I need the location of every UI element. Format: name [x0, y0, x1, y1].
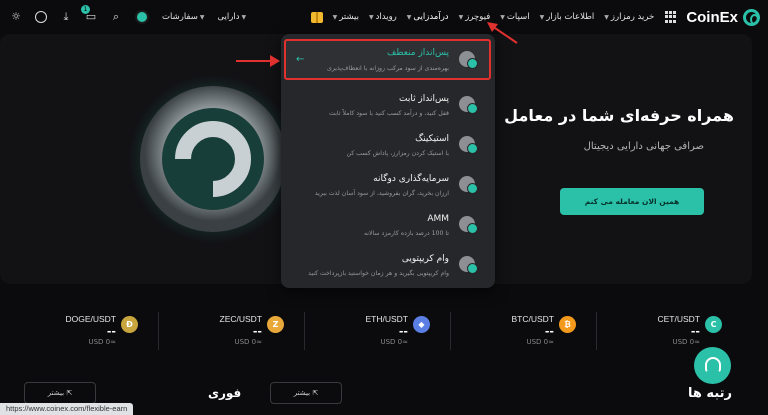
top-navbar: CoinEx خرید رمزارز ▼ اطلاعات بازار ▼ اسپات…	[0, 0, 768, 34]
ranking-title: رتبه ها	[688, 386, 732, 401]
support-chat-button[interactable]	[694, 347, 731, 384]
nav-left: ☼ ⤓ ▭ 1 ⌕ سفارشات ▼ دارایی ▼	[10, 0, 246, 34]
brand-name: CoinEx	[686, 8, 738, 26]
amm-icon	[459, 216, 478, 234]
ticker-eth[interactable]: ◆ ETH/USDT -- USD 0≈	[302, 314, 442, 354]
menu-item-desc: تا 100 درصد بازده کارمزد سالانه	[363, 230, 449, 237]
crypto-loan-icon	[459, 256, 478, 274]
coinex-logo[interactable]: CoinEx	[686, 8, 760, 26]
menu-item-title: سرمایه‌گذاری دوگانه	[373, 174, 449, 184]
menu-item-title: AMM	[427, 214, 449, 224]
flexible-savings-icon	[459, 51, 478, 69]
menu-item-title: وام کریپتویی	[401, 254, 449, 264]
doge-coin-icon: Ð	[121, 316, 138, 333]
notification-badge: 1	[81, 5, 90, 14]
menu-item-title: استیکینگ	[415, 134, 449, 144]
status-bar-url: https://www.coinex.com/flexible-earn	[0, 403, 134, 415]
nav-buy-crypto[interactable]: خرید رمزارز ▼	[604, 12, 654, 22]
menu-item-staking[interactable]: استیکینگ با استیک کردن رمزارز، پاداش کسب…	[289, 126, 489, 166]
dual-investment-icon	[459, 176, 478, 194]
menu-item-title: پس‌انداز منعطف	[387, 48, 449, 58]
menu-item-desc: با استیک کردن رمزارز، پاداش کسب کن	[346, 150, 449, 157]
earn-dropdown-menu: پس‌انداز منعطف بهره‌مندی از سود مرکب روز…	[281, 34, 495, 288]
hero-subtitle: صرافی جهانی دارایی دیجیتال	[583, 141, 704, 152]
trade-now-button[interactable]: همین الان معامله می کنم	[560, 188, 704, 215]
avatar[interactable]	[135, 10, 149, 24]
ticker-doge[interactable]: Ð DOGE/USDT -- USD 0≈	[10, 314, 150, 354]
chevron-down-icon: ▼	[241, 13, 247, 21]
more-label: بیشتر	[47, 389, 65, 397]
menu-item-title: پس‌انداز ثابت	[398, 94, 449, 104]
nav-events[interactable]: رویداد ▼	[369, 12, 397, 22]
chevron-down-icon: ▼	[406, 13, 412, 21]
apps-grid-icon[interactable]	[664, 11, 677, 23]
ticker-btc[interactable]: ₿ BTC/USDT -- USD 0≈	[448, 314, 588, 354]
menu-item-dual-investment[interactable]: سرمایه‌گذاری دوگانه ارزان بخرید، گران بف…	[289, 166, 489, 206]
ticker-pair: ZEC/USDT	[219, 314, 263, 324]
chevron-down-icon: ▼	[539, 13, 545, 21]
ticker-price: --	[398, 325, 408, 338]
annotation-arrow-icon	[236, 55, 280, 67]
expand-arrow-icon: ⇱	[312, 389, 319, 397]
btc-coin-icon: ₿	[559, 316, 576, 333]
zec-coin-icon: Z	[267, 316, 284, 333]
nav-market-info[interactable]: اطلاعات بازار ▼	[540, 12, 595, 22]
hero-title: همراه حرفه‌ای شما در معامل	[504, 106, 734, 125]
ticker-price: --	[106, 325, 116, 338]
instant-title: فوری	[208, 386, 242, 400]
ticker-price: --	[252, 325, 262, 338]
menu-item-desc: بهره‌مندی از سود مرکب روزانه با انعطاف‌پ…	[327, 65, 449, 72]
menu-item-desc: قفل کنید، و درآمد کسب کنید با سود کاملاً…	[329, 110, 449, 117]
notification-icon[interactable]: ▭ 1	[81, 5, 97, 23]
download-icon[interactable]: ⤓	[60, 11, 72, 23]
ticker-pair: DOGE/USDT	[65, 314, 116, 324]
staking-icon	[459, 136, 478, 154]
nav-assets[interactable]: دارایی ▼	[217, 12, 246, 22]
chevron-down-icon: ▼	[368, 13, 374, 21]
theme-sun-icon[interactable]: ☼	[10, 11, 22, 23]
ticker-usd: USD 0≈	[88, 338, 116, 346]
expand-arrow-icon: ⇱	[66, 389, 73, 397]
ticker-pair: CET/USDT	[657, 314, 701, 324]
ticker-usd: USD 0≈	[380, 338, 408, 346]
cet-coin-icon: C	[705, 316, 722, 333]
ticker-price: --	[690, 325, 700, 338]
coinex-3d-logo-image	[129, 75, 297, 243]
ticker-usd: USD 0≈	[234, 338, 262, 346]
ticker-pair: BTC/USDT	[511, 314, 555, 324]
menu-item-fixed-savings[interactable]: پس‌انداز ثابت قفل کنید، و درآمد کسب کنید…	[289, 86, 489, 126]
more-button[interactable]: بیشتر ⇱	[270, 382, 342, 404]
menu-item-crypto-loan[interactable]: وام کریپتویی وام کریپتویی بگیرید و هر زم…	[289, 246, 489, 286]
chevron-down-icon: ▼	[458, 13, 464, 21]
chevron-down-icon: ▼	[199, 13, 205, 21]
search-icon[interactable]: ⌕	[110, 11, 122, 23]
menu-item-desc: ارزان بخرید، گران بفروشید، از سود آسان ل…	[314, 190, 449, 197]
globe-icon[interactable]	[35, 11, 47, 23]
ticker-usd: USD 0≈	[526, 338, 554, 346]
fixed-savings-icon	[459, 96, 478, 114]
annotation-arrow-icon	[487, 22, 518, 44]
ticker-pair: ETH/USDT	[365, 314, 409, 324]
more-label: بیشتر	[293, 389, 311, 397]
more-button-2[interactable]: بیشتر ⇱	[24, 382, 96, 404]
nav-more[interactable]: بیشتر ▼	[333, 12, 359, 22]
arrow-left-icon: ←	[296, 54, 305, 65]
nav-orders[interactable]: سفارشات ▼	[162, 12, 204, 22]
page: CoinEx خرید رمزارز ▼ اطلاعات بازار ▼ اسپات…	[0, 0, 768, 415]
ticker-row: Ð DOGE/USDT -- USD 0≈ Z ZEC/USDT -- USD …	[0, 300, 768, 360]
gift-icon[interactable]	[310, 11, 323, 23]
chevron-down-icon: ▼	[604, 13, 609, 21]
menu-item-desc: وام کریپتویی بگیرید و هر زمان خواستید با…	[308, 270, 449, 277]
chevron-down-icon: ▼	[332, 13, 338, 21]
ticker-usd: USD 0≈	[672, 338, 700, 346]
ticker-price: --	[544, 325, 554, 338]
coinex-logo-icon	[743, 8, 760, 26]
ticker-zec[interactable]: Z ZEC/USDT -- USD 0≈	[156, 314, 296, 354]
nav-right: CoinEx خرید رمزارز ▼ اطلاعات بازار ▼ اسپات…	[310, 0, 760, 34]
eth-coin-icon: ◆	[413, 316, 430, 333]
nav-earn[interactable]: درآمدزایی ▼	[407, 12, 449, 22]
menu-item-amm[interactable]: AMM تا 100 درصد بازده کارمزد سالانه	[289, 206, 489, 246]
menu-item-flexible-savings[interactable]: پس‌انداز منعطف بهره‌مندی از سود مرکب روز…	[284, 39, 491, 80]
